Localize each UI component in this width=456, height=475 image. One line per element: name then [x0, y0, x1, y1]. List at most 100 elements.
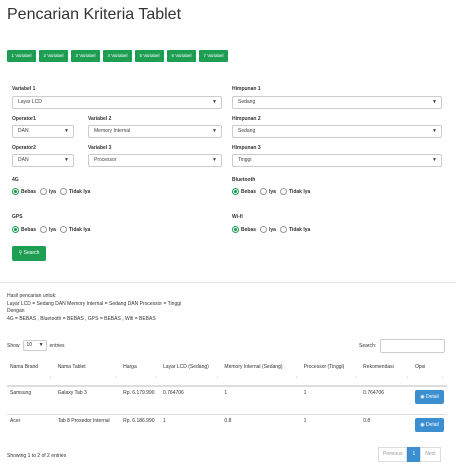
sort-icon: ↕: [441, 375, 445, 381]
operator2-label: Operator2: [12, 145, 36, 151]
previous-page-button[interactable]: Previous: [378, 447, 408, 462]
variable-3-button[interactable]: 3 Variabel: [71, 50, 100, 62]
results-table: Nama Brand ↕ Nama Tablet ↕ Harga ↕ Layar LC…: [7, 361, 447, 442]
operator1-select[interactable]: DAN ▼: [12, 125, 74, 138]
table-search-input[interactable]: [380, 339, 445, 353]
table-header-row: Nama Brand ↕ Nama Tablet ↕ Harga ↕ Layar LC…: [7, 361, 447, 387]
detail-button[interactable]: ◉ Detail: [415, 417, 444, 432]
variabel3-value: Processor: [94, 157, 117, 163]
wifi-radio-tidak[interactable]: [279, 226, 287, 233]
cell-rekomendasi: 0.764706: [360, 385, 412, 414]
detail-button[interactable]: ◉ Detail: [415, 390, 444, 404]
sort-icon: ↕: [154, 375, 157, 381]
cell-processor: 1: [300, 413, 361, 442]
himpunan2-value: Sedang: [238, 128, 256, 134]
sort-icon: ↕: [114, 375, 118, 381]
operator2-select[interactable]: DAN ▼: [12, 154, 74, 167]
column-header[interactable]: Layar LCD (Sedang) ↕: [159, 361, 222, 387]
detail-button-label: Detail: [425, 394, 439, 400]
entries-select[interactable]: 10 ▼: [22, 340, 47, 351]
wifi-radio-iya[interactable]: [260, 226, 268, 233]
variable-4-button[interactable]: 4 Variabel: [103, 50, 132, 62]
variabel1-select[interactable]: Layar LCD ▼: [12, 96, 222, 109]
eye-icon: ◉: [420, 421, 425, 428]
variable-count-buttons: 1 Variabel 2 Variabel 3 Variabel 4 Varia…: [7, 50, 228, 62]
4g-radio-tidak[interactable]: [59, 188, 67, 195]
cell-brand: Acer: [7, 413, 55, 442]
cell-harga: Rp. 6.186.990: [120, 413, 160, 442]
page-1-button[interactable]: 1: [407, 447, 421, 462]
search-button[interactable]: ⚲ Search: [12, 246, 46, 261]
bluetooth-iya-label: Iya: [269, 188, 276, 195]
variabel3-select[interactable]: Processor ▼: [88, 154, 222, 167]
cell-processor: 1: [300, 385, 361, 414]
variabel2-value: Memory Internal: [94, 128, 131, 134]
entries-value: 10: [26, 342, 33, 348]
chevron-down-icon: ▼: [38, 342, 44, 348]
column-header[interactable]: Memory Internal (Sedang) ↕: [221, 361, 301, 387]
gps-iya-label: Iya: [49, 226, 56, 233]
search-icon: ⚲: [18, 250, 23, 256]
wifi-tidak-label: Tidak Iya: [288, 226, 311, 233]
column-header[interactable]: Opsi ↕: [412, 361, 447, 387]
bluetooth-radio-bebas[interactable]: [232, 188, 239, 195]
column-header[interactable]: Harga ↕: [120, 361, 160, 387]
himpunan2-select[interactable]: Sedang ▼: [232, 125, 442, 138]
entries-length-control: Show 10 ▼ entries: [7, 340, 65, 351]
variable-6-button[interactable]: 6 Variabel: [167, 50, 196, 62]
divider: [0, 282, 456, 283]
bluetooth-radio-iya[interactable]: [260, 188, 268, 195]
himpunan3-label: Himpunan 3: [232, 145, 261, 151]
4g-radio-bebas[interactable]: [12, 188, 19, 195]
variabel2-label: Variabel 2: [88, 116, 112, 122]
column-header[interactable]: Rekomendasi ↕: [360, 361, 412, 387]
show-label: Show: [7, 342, 20, 349]
wifi-iya-label: Iya: [269, 226, 276, 233]
cell-memory: 1: [221, 385, 301, 414]
4g-tidak-label: Tidak Iya: [68, 188, 91, 195]
next-page-button[interactable]: Next: [420, 447, 441, 462]
variabel1-label: Variabel 1: [12, 86, 36, 92]
column-header[interactable]: Nama Brand ↕: [7, 361, 55, 387]
bluetooth-radio-tidak[interactable]: [279, 188, 287, 195]
column-header[interactable]: Nama Tablet ↕: [54, 361, 121, 387]
chevron-down-icon: ▼: [212, 157, 217, 163]
chevron-down-icon: ▼: [212, 128, 217, 134]
sort-icon: ↕: [354, 375, 358, 381]
himpunan3-select[interactable]: Tinggi ▼: [232, 154, 442, 167]
4g-label: 4G: [12, 177, 19, 183]
gps-radio-tidak[interactable]: [59, 226, 67, 233]
chevron-down-icon: ▼: [64, 157, 69, 163]
bluetooth-bebas-label: Bebas: [241, 188, 257, 195]
bluetooth-label: Bluetooth: [232, 177, 256, 183]
variabel3-label: Variabel 3: [88, 145, 112, 151]
cell-tablet: Galaxy Tab 3: [54, 385, 121, 414]
variable-1-button[interactable]: 1 Variabel: [7, 50, 36, 62]
gps-radio-bebas[interactable]: [12, 226, 19, 233]
wifi-label: Wi-fi: [232, 214, 243, 220]
search-result-summary: Hasil pencarian untuk: Layar LCD = Sedan…: [7, 293, 181, 323]
result-line-4: 4G = BEBAS , Bluetooth = BEBAS , GPS = B…: [7, 315, 156, 322]
pagination: Previous 1 Next: [378, 447, 441, 462]
variabel2-select[interactable]: Memory Internal ▼: [88, 125, 222, 138]
variable-2-button[interactable]: 2 Variabel: [39, 50, 68, 62]
cell-opsi: ◉ Detail: [412, 413, 447, 442]
column-header[interactable]: Processor (Tinggi) ↕: [300, 361, 361, 387]
wifi-bebas-label: Bebas: [241, 226, 257, 233]
himpunan1-select[interactable]: Sedang ▼: [232, 96, 442, 109]
table-row: Acer Tab 8 Prosedor Internal Rp. 6.186.9…: [7, 413, 447, 442]
variable-7-button[interactable]: 7 Variabel: [199, 50, 228, 62]
gps-label: GPS: [12, 214, 23, 220]
himpunan2-label: Himpunan 2: [232, 116, 261, 122]
cell-tablet: Tab 8 Prosedor Internal: [54, 413, 121, 442]
chevron-down-icon: ▼: [432, 99, 437, 105]
4g-iya-label: Iya: [49, 188, 56, 195]
table-search-label: Search:: [359, 343, 377, 349]
cell-lcd: 1: [159, 413, 222, 442]
gps-tidak-label: Tidak Iya: [68, 226, 91, 233]
variable-5-button[interactable]: 5 Variabel: [135, 50, 164, 62]
4g-radio-iya[interactable]: [40, 188, 48, 195]
wifi-radio-bebas[interactable]: [232, 226, 239, 233]
gps-radio-iya[interactable]: [40, 226, 48, 233]
gps-radio-group: Bebas Iya Tidak Iya: [12, 226, 92, 233]
